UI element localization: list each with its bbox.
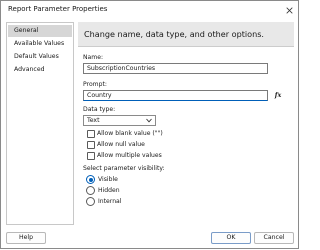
internal-label: Internal	[98, 198, 122, 205]
data-type-label: Data type:	[83, 106, 116, 113]
internal-radio[interactable]	[86, 197, 95, 206]
allow-blank-checkbox[interactable]	[87, 130, 95, 138]
hidden-radio[interactable]	[86, 186, 95, 195]
fx-expression-icon[interactable]: fx	[273, 90, 283, 100]
panel-header: Change name, data type, and other option…	[78, 22, 294, 47]
sidebar-nav: General Available Values Default Values …	[6, 22, 74, 225]
close-icon	[285, 6, 293, 14]
chevron-down-icon	[146, 118, 152, 123]
visible-radio[interactable]	[86, 175, 95, 184]
window-title: Report Parameter Properties	[8, 5, 108, 13]
hidden-label: Hidden	[98, 187, 120, 194]
allow-blank-label: Allow blank value ("")	[97, 130, 163, 137]
general-panel: Change name, data type, and other option…	[78, 22, 296, 225]
name-input[interactable]: SubscriptionCountries	[83, 63, 268, 74]
panel-header-text: Change name, data type, and other option…	[84, 29, 265, 39]
title-bar: Report Parameter Properties	[1, 1, 298, 19]
sidebar-item-available-values[interactable]: Available Values	[8, 38, 72, 50]
allow-multiple-label: Allow multiple values	[97, 152, 162, 159]
prompt-input[interactable]: Country	[83, 90, 268, 101]
allow-null-checkbox[interactable]	[87, 141, 95, 149]
report-parameter-properties-dialog: Report Parameter Properties General Avai…	[0, 0, 299, 249]
name-label: Name:	[83, 54, 104, 61]
allow-multiple-checkbox[interactable]	[87, 152, 95, 160]
sidebar-item-default-values[interactable]: Default Values	[8, 51, 72, 63]
allow-null-label: Allow null value	[97, 141, 145, 148]
sidebar-item-general[interactable]: General	[8, 25, 72, 37]
help-button[interactable]: Help	[6, 232, 46, 244]
prompt-label: Prompt:	[83, 81, 107, 88]
cancel-button[interactable]: Cancel	[254, 232, 294, 244]
ok-button[interactable]: OK	[211, 232, 251, 244]
data-type-select[interactable]: Text	[83, 115, 156, 126]
visibility-label: Select parameter visibility:	[83, 165, 165, 172]
visible-label: Visible	[98, 176, 118, 183]
data-type-selected-value: Text	[87, 117, 100, 124]
close-button[interactable]	[282, 3, 296, 17]
sidebar-item-advanced[interactable]: Advanced	[8, 64, 72, 76]
